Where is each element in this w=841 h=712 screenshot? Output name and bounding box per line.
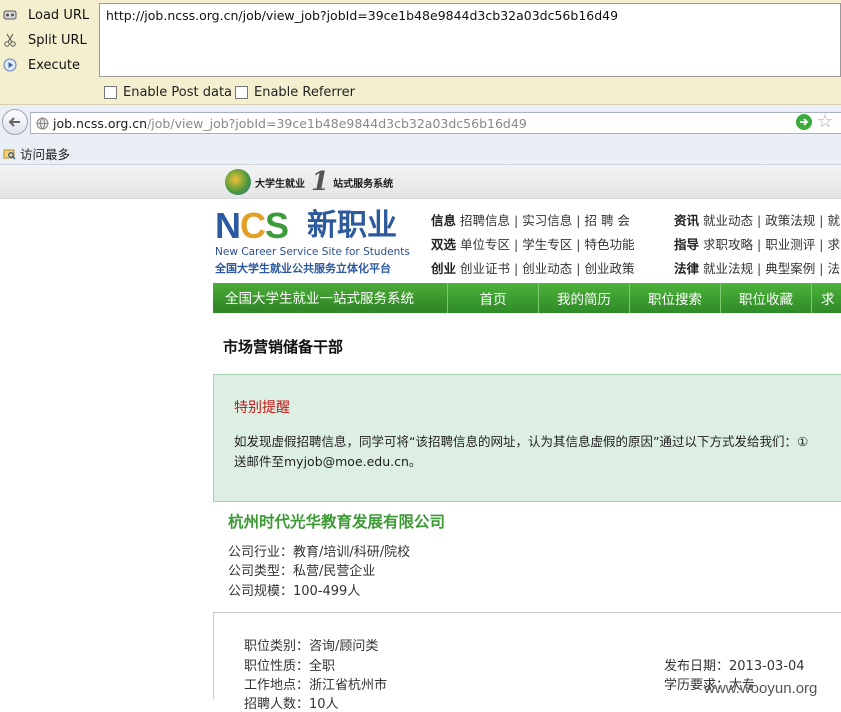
main-nav-title: 全国大学生就业一站式服务系统 xyxy=(213,283,447,311)
folder-search-icon xyxy=(2,147,16,161)
bookmark-most-visited[interactable]: 访问最多 xyxy=(2,144,70,163)
nav-link[interactable]: 创业政策 xyxy=(584,261,634,276)
logo-english-tagline: New Career Service Site for Students xyxy=(215,246,410,258)
nav-head-chuangye: 创业 xyxy=(431,261,457,276)
nav-link[interactable]: 职业测评 xyxy=(765,237,815,252)
nav-head-info: 信息 xyxy=(431,213,457,228)
split-url-label: Split URL xyxy=(28,32,87,48)
nav-link[interactable]: 求 xyxy=(827,237,840,252)
logo-letter-n: N xyxy=(215,205,241,246)
go-arrow-icon[interactable] xyxy=(796,114,812,130)
job-category: 职位类别：咨询/顾问类 xyxy=(244,639,379,654)
one-stop-service-logo[interactable]: 大学生就业 1 站式服务系统 xyxy=(225,167,394,197)
notice-title: 特别提醒 xyxy=(234,400,290,416)
company-size: 公司规模：100-499人 xyxy=(228,584,361,599)
job-title: 市场营销储备干部 xyxy=(223,338,344,356)
strip-logo-right: 站式服务系统 xyxy=(333,178,394,190)
company-name-link[interactable]: 杭州时代光华教育发展有限公司 xyxy=(228,510,445,532)
tab-job-favorites[interactable]: 职位收藏 xyxy=(720,283,811,313)
nav-link[interactable]: 实习信息 xyxy=(522,213,572,228)
nav-head-falv: 法律 xyxy=(674,261,700,276)
bookmark-star-icon[interactable]: ☆ xyxy=(817,111,833,132)
logo-letter-s: S xyxy=(265,205,289,246)
enable-post-checkbox-box[interactable] xyxy=(104,86,117,99)
enable-referrer-label: Enable Referrer xyxy=(254,85,355,100)
enable-referrer-checkbox[interactable]: Enable Referrer xyxy=(235,85,355,100)
notice-text-line1: 如发现虚假招聘信息，同学可将“该招聘信息的网址，认为其信息虚假的原因”通过以下方… xyxy=(234,434,809,449)
watermark: www.wooyun.org xyxy=(704,680,818,697)
number-one-logo-icon: 1 xyxy=(311,167,330,197)
enable-post-checkbox[interactable]: Enable Post data xyxy=(104,85,232,100)
enable-referrer-checkbox-box[interactable] xyxy=(235,86,248,99)
nav-row-info: 信息 招聘信息 | 实习信息 | 招 聘 会 xyxy=(431,213,630,228)
nav-row-zhidao: 指导 求职攻略 | 职业测评 | 求 xyxy=(674,237,840,252)
nav-link[interactable]: 招聘信息 xyxy=(460,213,510,228)
split-url-button[interactable]: Split URL xyxy=(0,29,98,51)
company-type: 公司类型：私营/民营企业 xyxy=(228,564,376,579)
nav-link[interactable]: 学生专区 xyxy=(522,237,572,252)
nav-link[interactable]: 创业动态 xyxy=(522,261,572,276)
nav-link[interactable]: 单位专区 xyxy=(460,237,510,252)
nav-link[interactable]: 特色功能 xyxy=(584,237,634,252)
swirl-logo-icon xyxy=(225,169,251,195)
tab-my-resume[interactable]: 我的简历 xyxy=(538,283,629,313)
enable-post-label: Enable Post data xyxy=(123,85,233,100)
load-url-icon xyxy=(2,7,18,23)
nav-link[interactable]: 就业动态 xyxy=(703,213,753,228)
tab-job-search[interactable]: 职位搜索 xyxy=(629,283,720,313)
bookmarks-toolbar xyxy=(0,141,841,165)
bookmark-most-visited-label: 访问最多 xyxy=(20,147,71,162)
nav-link[interactable]: 就业法规 xyxy=(703,261,753,276)
nav-row-zixun: 资讯 就业动态 | 政策法规 | 就 xyxy=(674,213,840,228)
site-top-strip xyxy=(0,165,841,199)
job-location: 工作地点：浙江省杭州市 xyxy=(244,678,388,693)
nav-link[interactable]: 招 聘 会 xyxy=(584,213,629,228)
job-headcount: 招聘人数：10人 xyxy=(244,697,339,712)
back-arrow-icon[interactable] xyxy=(2,109,28,135)
address-host: job.ncss.org.cn xyxy=(53,115,148,131)
nav-head-zixun: 资讯 xyxy=(674,213,700,228)
address-bar[interactable]: job.ncss.org.cn/job/view_job?jobId=39ce1… xyxy=(30,112,841,134)
nav-link[interactable]: 求职攻略 xyxy=(703,237,753,252)
load-url-label: Load URL xyxy=(28,7,90,23)
address-path: /job/view_job?jobId=39ce1b48e9844d3cb32a… xyxy=(147,115,527,131)
nav-link[interactable]: 法 xyxy=(827,261,840,276)
globe-icon xyxy=(35,116,49,130)
execute-label: Execute xyxy=(28,57,80,73)
logo-chinese-tagline: 全国大学生就业公共服务立体化平台 xyxy=(215,262,391,275)
nav-link[interactable]: 政策法规 xyxy=(765,213,815,228)
nav-row-chuangye: 创业 创业证书 | 创业动态 | 创业政策 xyxy=(431,261,635,276)
logo-letter-c: C xyxy=(240,205,266,246)
play-icon xyxy=(2,57,18,73)
execute-button[interactable]: Execute xyxy=(0,54,98,76)
nav-head-zhidao: 指导 xyxy=(674,237,700,252)
job-nature: 职位性质：全职 xyxy=(244,659,336,674)
company-industry: 公司行业：教育/培训/科研/院校 xyxy=(228,545,411,560)
notice-text-line2: 送邮件至myjob@moe.edu.cn。 xyxy=(234,454,422,469)
nav-head-shuangxuan: 双选 xyxy=(431,237,457,252)
ncs-logo[interactable]: NCS xyxy=(215,206,305,246)
strip-logo-left: 大学生就业 xyxy=(255,178,305,190)
nav-link[interactable]: 就 xyxy=(827,213,840,228)
nav-link[interactable]: 创业证书 xyxy=(460,261,510,276)
job-publish-date: 发布日期：2013-03-04 xyxy=(664,659,805,674)
logo-site-name[interactable]: 新职业 xyxy=(307,206,397,246)
url-textarea[interactable]: http://job.ncss.org.cn/job/view_job?jobI… xyxy=(99,3,841,77)
nav-row-falv: 法律 就业法规 | 典型案例 | 法 xyxy=(674,261,840,276)
scissors-icon xyxy=(2,32,18,48)
tab-more[interactable]: 求 xyxy=(811,283,841,313)
nav-link[interactable]: 典型案例 xyxy=(765,261,815,276)
load-url-button[interactable]: Load URL xyxy=(0,4,98,26)
nav-row-shuangxuan: 双选 单位专区 | 学生专区 | 特色功能 xyxy=(431,237,635,252)
tab-home[interactable]: 首页 xyxy=(447,283,538,313)
